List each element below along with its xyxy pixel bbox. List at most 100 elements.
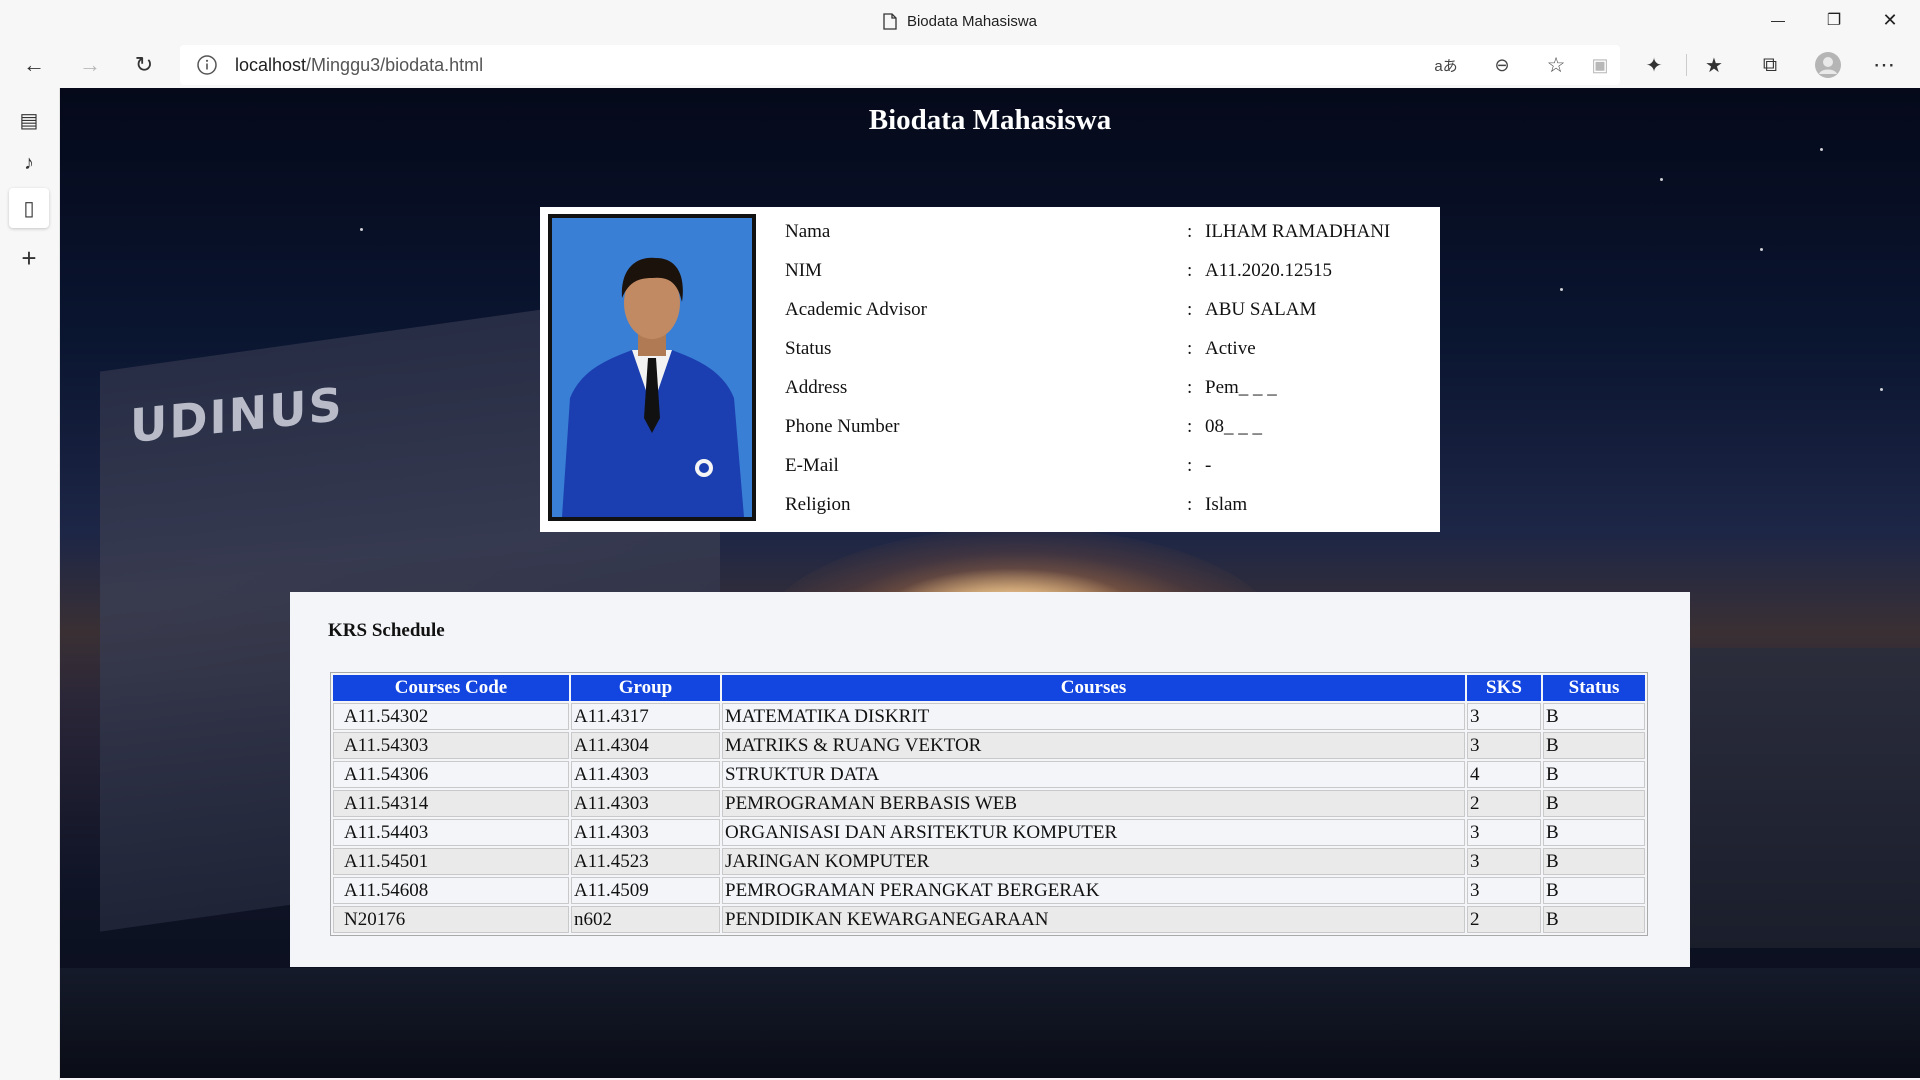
page-viewport: UDINUS Biodata Mahasiswa Nama: ILHAM RA… (60, 88, 1920, 1078)
cell-status: B (1543, 877, 1645, 904)
favorites-icon: ★ (1705, 54, 1723, 77)
collections-icon: ▣ (1591, 54, 1609, 75)
bio-row-email: E-Mail : - (785, 449, 1425, 488)
close-window-button[interactable]: ✕ (1862, 0, 1918, 40)
ground (60, 968, 1920, 1078)
star (1660, 178, 1663, 181)
cell-status: B (1543, 848, 1645, 875)
bio-row-status: Status : Active (785, 332, 1425, 371)
cell-code: A11.54303 (333, 732, 569, 759)
read-aloud-button[interactable]: aあ (1430, 50, 1462, 80)
reload-button[interactable]: ↻ (124, 46, 164, 84)
bio-colon: : (1187, 494, 1193, 515)
bio-label: Status (785, 338, 832, 359)
tab-actions-button[interactable]: ▤ (9, 100, 49, 140)
bio-row-advisor: Academic Advisor : ABU SALAM (785, 293, 1425, 332)
krs-header-row: Courses Code Group Courses SKS Status (333, 675, 1645, 701)
toolbar-separator (1686, 54, 1687, 76)
cell-code: A11.54403 (333, 819, 569, 846)
bio-value: ABU SALAM (1205, 299, 1317, 320)
forward-arrow-icon: → (79, 52, 101, 77)
krs-table-head: Courses Code Group Courses SKS Status (333, 675, 1645, 701)
star-add-icon: ☆ (1546, 53, 1566, 77)
cell-code: A11.54608 (333, 877, 569, 904)
new-tab-button[interactable]: + (9, 238, 49, 278)
bio-row-address: Address : Pem_ _ _ (785, 371, 1425, 410)
bio-label: Academic Advisor (785, 299, 927, 320)
cell-course: PENDIDIKAN KEWARGANEGARAAN (722, 906, 1465, 933)
star (1820, 148, 1823, 151)
url-path: /Minggu3/biodata.html (306, 55, 484, 75)
cell-sks: 3 (1467, 848, 1541, 875)
collections-button[interactable]: ▣ (1580, 46, 1620, 84)
favorites-button[interactable]: ★ (1694, 46, 1734, 84)
bio-colon: : (1187, 377, 1193, 398)
student-portrait (552, 218, 752, 517)
cell-code: A11.54314 (333, 790, 569, 817)
minimize-icon: — (1771, 12, 1785, 28)
cell-course: JARINGAN KOMPUTER (722, 848, 1465, 875)
profile-button[interactable] (1808, 46, 1848, 84)
bio-colon: : (1187, 416, 1193, 437)
cell-code: A11.54302 (333, 703, 569, 730)
page-title: Biodata Mahasiswa (868, 104, 1112, 136)
bio-colon: : (1187, 455, 1193, 476)
audio-tab-button[interactable]: ♪ (9, 143, 49, 183)
cell-status: B (1543, 732, 1645, 759)
url-text[interactable]: localhost/Minggu3/biodata.html (235, 45, 483, 85)
zoom-out-icon: ⊖ (1494, 54, 1510, 75)
bio-value: Islam (1205, 494, 1248, 515)
bio-label: Religion (785, 494, 851, 515)
zoom-button[interactable]: ⊖ (1486, 50, 1518, 80)
cell-group: A11.4303 (571, 761, 720, 788)
address-bar[interactable]: localhost/Minggu3/biodata.html aあ ⊖ ☆ (180, 45, 1620, 85)
active-tab-button[interactable]: ▯ (9, 188, 49, 228)
minimize-button[interactable]: — (1750, 0, 1806, 40)
add-favorite-button[interactable]: ☆ (1540, 50, 1572, 80)
biodata-card: Nama : ILHAM RAMADHANI NIM : A11.2020.12… (540, 207, 1440, 532)
add-icon: + (21, 242, 37, 273)
page-document-icon (883, 12, 897, 30)
tabs-icon: ⧉ (1762, 53, 1778, 76)
restore-icon: ❐ (1826, 12, 1842, 29)
table-row: A11.54501 A11.4523 JARINGAN KOMPUTER 3 B (333, 848, 1645, 875)
table-row: A11.54303 A11.4304 MATRIKS & RUANG VEKTO… (333, 732, 1645, 759)
browser-toolbar: ← → ↻ localhost/Minggu3/biodata.html aあ … (0, 42, 1920, 88)
table-row: A11.54302 A11.4317 MATEMATIKA DISKRIT 3 … (333, 703, 1645, 730)
tab-collections-button[interactable]: ⧉ (1750, 46, 1790, 84)
cell-status: B (1543, 906, 1645, 933)
speaker-icon: ♪ (24, 151, 34, 174)
star (1560, 288, 1563, 291)
bio-label: Phone Number (785, 416, 900, 437)
site-info-icon[interactable] (196, 54, 218, 76)
krs-card: KRS Schedule Courses Code Group Courses … (290, 592, 1690, 967)
bio-value: Active (1205, 338, 1256, 359)
extensions-button[interactable]: ✦ (1634, 46, 1674, 84)
star (360, 228, 363, 231)
bio-colon: : (1187, 260, 1193, 281)
cell-course: STRUKTUR DATA (722, 761, 1465, 788)
header-group: Group (571, 675, 720, 701)
cell-group: A11.4509 (571, 877, 720, 904)
cell-course: MATRIKS & RUANG VEKTOR (722, 732, 1465, 759)
back-button[interactable]: ← (14, 46, 54, 84)
cell-group: n602 (571, 906, 720, 933)
bio-colon: : (1187, 299, 1193, 320)
cell-sks: 2 (1467, 906, 1541, 933)
star (1880, 388, 1883, 391)
bio-value: 08_ _ _ (1205, 416, 1262, 437)
forward-button[interactable]: → (70, 46, 110, 84)
table-row: N20176 n602 PENDIDIKAN KEWARGANEGARAAN 2… (333, 906, 1645, 933)
tab-actions-icon: ▤ (19, 109, 39, 132)
restore-button[interactable]: ❐ (1806, 0, 1862, 40)
table-row: A11.54403 A11.4303 ORGANISASI DAN ARSITE… (333, 819, 1645, 846)
cell-code: A11.54501 (333, 848, 569, 875)
cell-course: PEMROGRAMAN PERANGKAT BERGERAK (722, 877, 1465, 904)
header-courses: Courses (722, 675, 1465, 701)
krs-table: Courses Code Group Courses SKS Status A1… (330, 672, 1648, 936)
bio-label: E-Mail (785, 455, 839, 476)
bio-row-nama: Nama : ILHAM RAMADHANI (785, 215, 1425, 254)
bio-colon: : (1187, 221, 1193, 242)
table-row: A11.54306 A11.4303 STRUKTUR DATA 4 B (333, 761, 1645, 788)
settings-more-button[interactable]: ⋯ (1864, 46, 1904, 84)
